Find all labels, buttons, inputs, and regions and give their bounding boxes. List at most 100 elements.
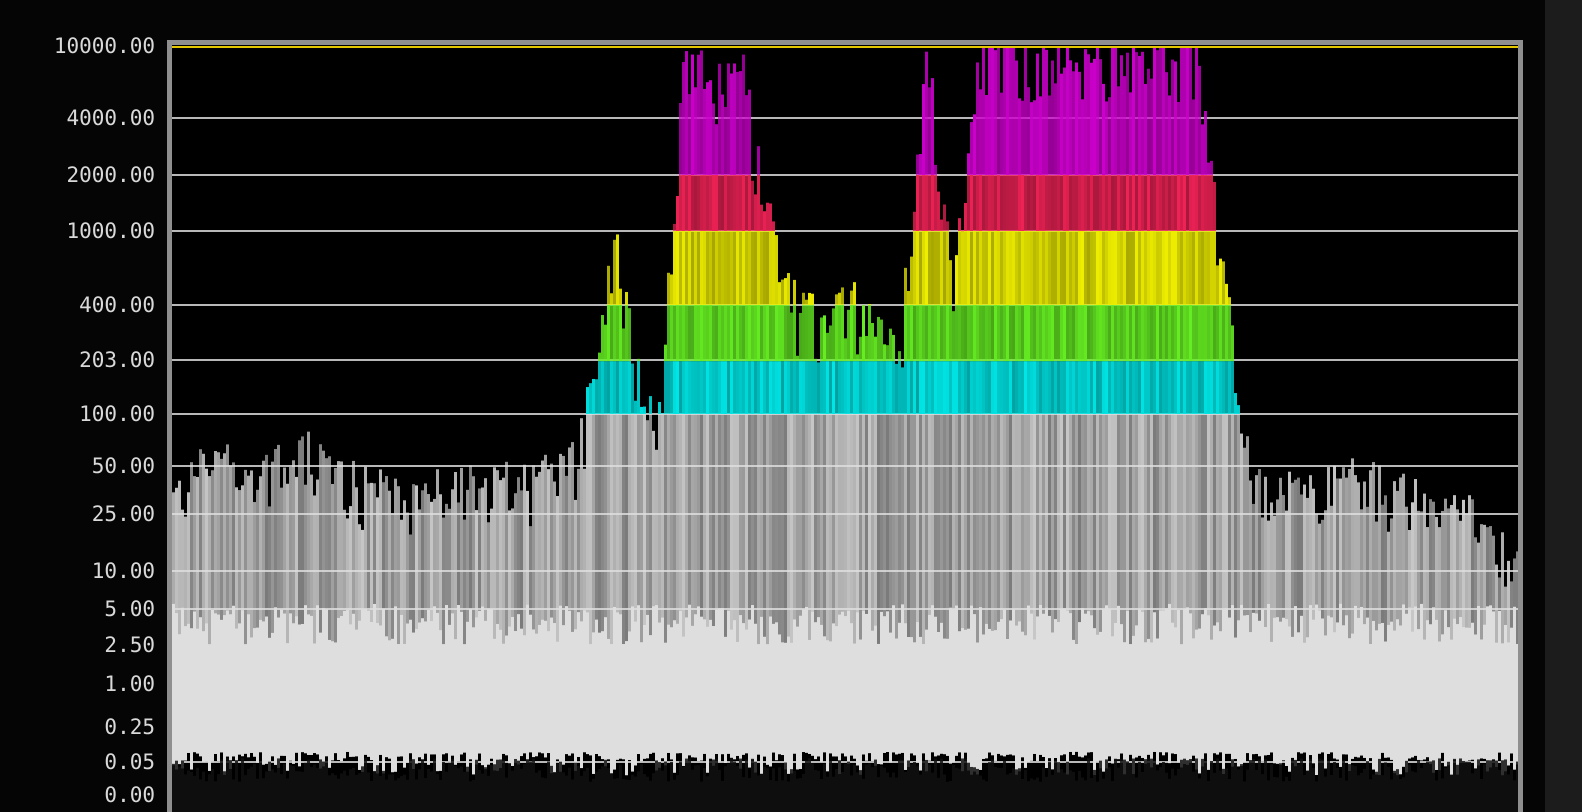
sdr-trace-core: [1498, 610, 1501, 753]
sdr-trace-core: [238, 623, 241, 755]
black-floor: [1240, 764, 1243, 812]
hdr-trace-segment: [832, 308, 835, 362]
hdr-trace-segment: [835, 361, 838, 414]
black-floor: [898, 759, 901, 812]
hdr-trace-segment: [811, 305, 814, 362]
sdr-trace-core: [1081, 608, 1084, 758]
black-floor: [1483, 764, 1486, 812]
sdr-trace-core: [1339, 603, 1342, 767]
hdr-trace-segment: [880, 319, 883, 362]
hdr-trace-segment: [1237, 405, 1240, 414]
hdr-trace-segment: [1138, 175, 1141, 231]
hdr-trace-segment: [919, 154, 922, 175]
black-floor: [1234, 763, 1237, 812]
sdr-trace-core: [1060, 608, 1063, 756]
hdr-trace-segment: [1051, 231, 1054, 305]
hdr-trace-segment: [754, 305, 757, 362]
sdr-trace-core: [1222, 609, 1225, 774]
hdr-trace-segment: [1102, 305, 1105, 362]
hdr-trace-segment: [823, 315, 826, 362]
sdr-trace-core: [268, 637, 271, 771]
hdr-trace-segment: [820, 361, 823, 414]
sdr-trace-core: [478, 610, 481, 754]
hdr-trace-segment: [595, 379, 598, 414]
black-floor: [1411, 771, 1414, 812]
hdr-trace-segment: [1120, 305, 1123, 362]
black-floor: [1141, 771, 1144, 812]
hdr-trace-segment: [670, 274, 673, 305]
hdr-trace-segment: [1156, 361, 1159, 414]
hdr-trace-segment: [1027, 361, 1030, 414]
sdr-trace-core: [562, 625, 565, 765]
hdr-trace-segment: [694, 87, 697, 175]
sdr-trace-core: [970, 605, 973, 775]
sdr-trace-core: [421, 618, 424, 760]
black-floor: [1054, 760, 1057, 812]
hdr-trace-segment: [1120, 361, 1123, 414]
hdr-trace-segment: [1171, 361, 1174, 414]
sdr-trace-core: [1246, 615, 1249, 754]
hdr-trace-segment: [1024, 175, 1027, 231]
hdr-trace-segment: [898, 361, 901, 414]
black-floor: [307, 759, 310, 812]
black-floor: [796, 778, 799, 812]
sdr-trace-core: [1315, 604, 1318, 775]
hdr-trace-segment: [847, 309, 850, 362]
sdr-trace-core: [526, 604, 529, 761]
black-floor: [1375, 771, 1378, 812]
black-floor: [400, 776, 403, 812]
sdr-trace-core: [1420, 603, 1423, 761]
black-floor: [664, 761, 667, 812]
sdr-trace-core: [1261, 609, 1264, 761]
hdr-trace-segment: [1213, 305, 1216, 362]
hdr-trace-segment: [811, 361, 814, 414]
hdr-trace-segment: [913, 211, 916, 231]
sdr-trace-core: [904, 623, 907, 770]
sdr-trace-core: [868, 609, 871, 754]
sdr-trace-core: [1384, 641, 1387, 758]
sdr-trace-core: [1126, 611, 1129, 763]
black-floor: [412, 759, 415, 812]
hdr-trace-segment: [832, 361, 835, 414]
hdr-trace-segment: [1189, 175, 1192, 231]
hdr-trace-segment: [736, 71, 739, 175]
sdr-trace-core: [934, 616, 937, 757]
sdr-trace-core: [1192, 638, 1195, 756]
hdr-trace-segment: [1078, 231, 1081, 305]
hdr-trace-segment: [988, 305, 991, 362]
hdr-trace-segment: [1042, 46, 1045, 175]
sdr-trace-core: [1255, 613, 1258, 754]
black-floor: [982, 779, 985, 812]
hdr-trace-segment: [991, 231, 994, 305]
sdr-trace-core: [1309, 605, 1312, 756]
sdr-trace-core: [310, 615, 313, 755]
hdr-trace-segment: [931, 305, 934, 362]
hdr-trace-segment: [958, 305, 961, 362]
black-floor: [1090, 777, 1093, 812]
sdr-trace-core: [289, 613, 292, 761]
black-floor: [193, 775, 196, 812]
hdr-trace-segment: [991, 46, 994, 175]
black-floor: [1174, 775, 1177, 812]
hdr-trace-segment: [1087, 175, 1090, 231]
black-floor: [178, 766, 181, 812]
hdr-trace-segment: [1135, 52, 1138, 175]
hdr-trace-segment: [1132, 46, 1135, 175]
hdr-trace-segment: [757, 231, 760, 305]
hdr-trace-segment: [781, 305, 784, 362]
sdr-trace-core: [553, 623, 556, 773]
hdr-trace-segment: [1048, 305, 1051, 362]
sdr-trace-core: [778, 634, 781, 755]
black-floor: [991, 759, 994, 812]
sdr-trace-core: [958, 631, 961, 753]
black-floor: [1180, 759, 1183, 812]
black-floor: [541, 777, 544, 812]
sdr-trace-core: [1042, 613, 1045, 757]
black-floor: [838, 760, 841, 812]
black-floor: [1447, 761, 1450, 812]
sdr-trace-core: [1492, 611, 1495, 761]
sdr-trace-core: [718, 608, 721, 762]
hdr-trace-segment: [1099, 175, 1102, 231]
hdr-trace-segment: [703, 361, 706, 414]
hdr-trace-segment: [679, 361, 682, 414]
